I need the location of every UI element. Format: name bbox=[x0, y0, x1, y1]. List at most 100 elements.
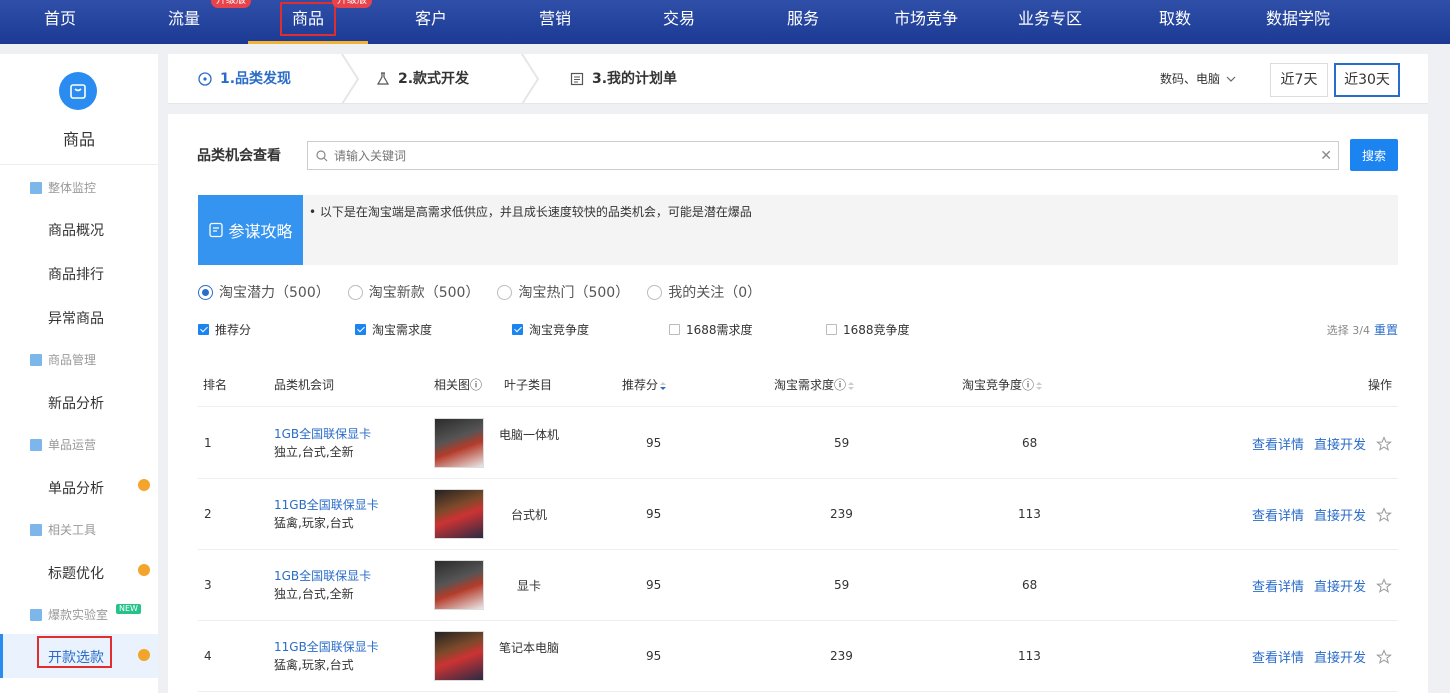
step-bar: 1.品类发现 2.款式开发 3.我的计划单 数码、电脑 近7天 近30天 bbox=[168, 54, 1428, 104]
sort-icon bbox=[848, 381, 855, 390]
help-icon[interactable]: ⓘ bbox=[470, 378, 482, 392]
radio-dot bbox=[198, 284, 213, 300]
nav-home[interactable]: 首页 bbox=[5, 0, 115, 44]
building-icon bbox=[30, 353, 42, 366]
header-leaf-category: 叶子类目 bbox=[504, 378, 553, 392]
close-icon[interactable]: ✕ bbox=[1320, 148, 1332, 164]
strategy-badge[interactable]: 参谋攻略 bbox=[198, 195, 303, 265]
building-icon bbox=[30, 608, 42, 621]
leaf-category: 台式机 bbox=[510, 508, 547, 522]
leaf-category: 电脑一体机 bbox=[498, 428, 559, 442]
radio-my-follow[interactable]: 我的关注（0） bbox=[647, 282, 761, 302]
star-icon[interactable] bbox=[1376, 506, 1392, 523]
note-icon bbox=[209, 222, 224, 238]
compete-value: 68 bbox=[1022, 578, 1038, 592]
develop-link[interactable]: 直接开发 bbox=[1314, 434, 1366, 453]
word-link[interactable]: 11GB全国联保显卡 bbox=[274, 496, 379, 514]
sidebar-item-new-analysis[interactable]: 新品分析 bbox=[48, 393, 104, 413]
checkbox-box bbox=[826, 324, 837, 335]
view-detail-link[interactable]: 查看详情 bbox=[1252, 647, 1304, 666]
table-row: 4 11GB全国联保显卡 猛禽,玩家,台式 笔记本电脑 95 239 113 查看… bbox=[198, 621, 1398, 692]
sidebar-item-abnormal[interactable]: 异常商品 bbox=[48, 308, 104, 328]
search-icon bbox=[316, 149, 328, 161]
checkbox-1688-demand[interactable]: 1688需求度 bbox=[669, 321, 753, 338]
row-ops: 查看详情 直接开发 bbox=[1252, 505, 1392, 524]
step-my-plan[interactable]: 3.我的计划单 bbox=[570, 54, 677, 104]
rank: 3 bbox=[204, 578, 212, 592]
radio-taobao-potential[interactable]: 淘宝潜力（500） bbox=[198, 282, 330, 302]
sidebar-item-select-style[interactable]: 开款选款 bbox=[48, 647, 104, 667]
sidebar-group-monitor: 整体监控 bbox=[30, 179, 96, 196]
checkbox-1688-compete[interactable]: 1688竞争度 bbox=[826, 321, 910, 338]
checkbox-taobao-compete[interactable]: 淘宝竞争度 bbox=[512, 321, 589, 338]
checkbox-taobao-demand[interactable]: 淘宝需求度 bbox=[355, 321, 432, 338]
nav-marketing[interactable]: 营销 bbox=[500, 0, 610, 44]
header-demand[interactable]: 淘宝需求度ⓘ bbox=[774, 369, 855, 401]
view-detail-link[interactable]: 查看详情 bbox=[1252, 434, 1304, 453]
shopping-bag-icon bbox=[59, 72, 97, 110]
develop-link[interactable]: 直接开发 bbox=[1314, 505, 1366, 524]
product-thumbnail[interactable] bbox=[434, 560, 484, 610]
upgrade-badge: 升级版 bbox=[332, 0, 372, 8]
score-value: 95 bbox=[646, 507, 662, 521]
star-icon[interactable] bbox=[1376, 577, 1392, 594]
reset-link[interactable]: 重置 bbox=[1374, 323, 1398, 337]
sidebar-item-single-analysis[interactable]: 单品分析 bbox=[48, 478, 104, 498]
view-detail-link[interactable]: 查看详情 bbox=[1252, 505, 1304, 524]
help-icon[interactable]: ⓘ bbox=[834, 378, 846, 392]
sidebar: 商品 整体监控 商品概况 商品排行 异常商品 商品管理 新品分析 单品运营 单品… bbox=[0, 54, 158, 693]
table-row: 3 1GB全国联保显卡 独立,台式,全新 显卡 95 59 68 查看详情 直接开发 bbox=[198, 550, 1398, 621]
star-icon[interactable] bbox=[1376, 648, 1392, 665]
develop-link[interactable]: 直接开发 bbox=[1314, 647, 1366, 666]
nav-academy[interactable]: 数据学院 bbox=[1238, 0, 1358, 44]
nav-business[interactable]: 业务专区 bbox=[990, 0, 1110, 44]
step-category-discovery[interactable]: 1.品类发现 bbox=[198, 54, 291, 104]
nav-service[interactable]: 服务 bbox=[748, 0, 858, 44]
leaf-category: 显卡 bbox=[516, 579, 541, 593]
leaf-category: 笔记本电脑 bbox=[498, 641, 559, 655]
checkbox-score[interactable]: 推荐分 bbox=[198, 321, 251, 338]
sidebar-item-overview[interactable]: 商品概况 bbox=[48, 220, 104, 240]
word-link[interactable]: 1GB全国联保显卡 bbox=[274, 425, 371, 443]
sidebar-item-ranking[interactable]: 商品排行 bbox=[48, 264, 104, 284]
radio-taobao-hot[interactable]: 淘宝热门（500） bbox=[497, 282, 629, 302]
nav-fetch[interactable]: 取数 bbox=[1120, 0, 1230, 44]
flask-icon bbox=[376, 72, 390, 85]
nav-market[interactable]: 市场竞争 bbox=[866, 0, 986, 44]
search-title: 品类机会查看 bbox=[197, 148, 281, 164]
radio-taobao-new[interactable]: 淘宝新款（500） bbox=[347, 282, 479, 302]
demand-value: 239 bbox=[830, 649, 853, 663]
nav-customer[interactable]: 客户 bbox=[376, 0, 486, 44]
sidebar-group-single: 单品运营 bbox=[30, 436, 96, 453]
word-tags: 独立,台式,全新 bbox=[274, 445, 354, 459]
product-thumbnail[interactable] bbox=[434, 489, 484, 539]
header-compete[interactable]: 淘宝竞争度ⓘ bbox=[962, 369, 1043, 401]
word-link[interactable]: 1GB全国联保显卡 bbox=[274, 567, 371, 585]
demand-value: 59 bbox=[834, 578, 850, 592]
range-30-days-button[interactable]: 近30天 bbox=[1334, 63, 1400, 97]
category-select[interactable]: 数码、电脑 bbox=[1160, 70, 1236, 87]
range-7-days-button[interactable]: 近7天 bbox=[1270, 63, 1328, 97]
develop-link[interactable]: 直接开发 bbox=[1314, 576, 1366, 595]
nav-traffic[interactable]: 流量 升级版 bbox=[129, 0, 251, 44]
compass-icon bbox=[198, 72, 212, 86]
search-input[interactable] bbox=[334, 148, 1321, 163]
tips-text: • 以下是在淘宝端是高需求低供应，并且成长速度较快的品类机会，可能是潜在爆品 bbox=[309, 205, 752, 219]
nav-product[interactable]: 商品 升级版 bbox=[248, 0, 372, 44]
sidebar-item-title-optimize[interactable]: 标题优化 bbox=[48, 563, 104, 583]
checkbox-box bbox=[198, 324, 209, 335]
help-icon[interactable]: ⓘ bbox=[1022, 378, 1034, 392]
search-button[interactable]: 搜索 bbox=[1350, 139, 1398, 171]
sidebar-group-lab: 爆款实验室 bbox=[30, 606, 108, 623]
nav-trade[interactable]: 交易 bbox=[624, 0, 734, 44]
product-thumbnail[interactable] bbox=[434, 631, 484, 681]
star-icon[interactable] bbox=[1376, 435, 1392, 452]
product-thumbnail[interactable] bbox=[434, 418, 484, 468]
compete-value: 113 bbox=[1018, 649, 1041, 663]
view-detail-link[interactable]: 查看详情 bbox=[1252, 576, 1304, 595]
header-score[interactable]: 推荐分 bbox=[622, 369, 667, 401]
step-style-dev[interactable]: 2.款式开发 bbox=[376, 54, 469, 104]
word-link[interactable]: 11GB全国联保显卡 bbox=[274, 638, 379, 656]
opportunity-word: 1GB全国联保显卡独立,台式,全新 bbox=[274, 425, 371, 461]
checkbox-box bbox=[669, 324, 680, 335]
